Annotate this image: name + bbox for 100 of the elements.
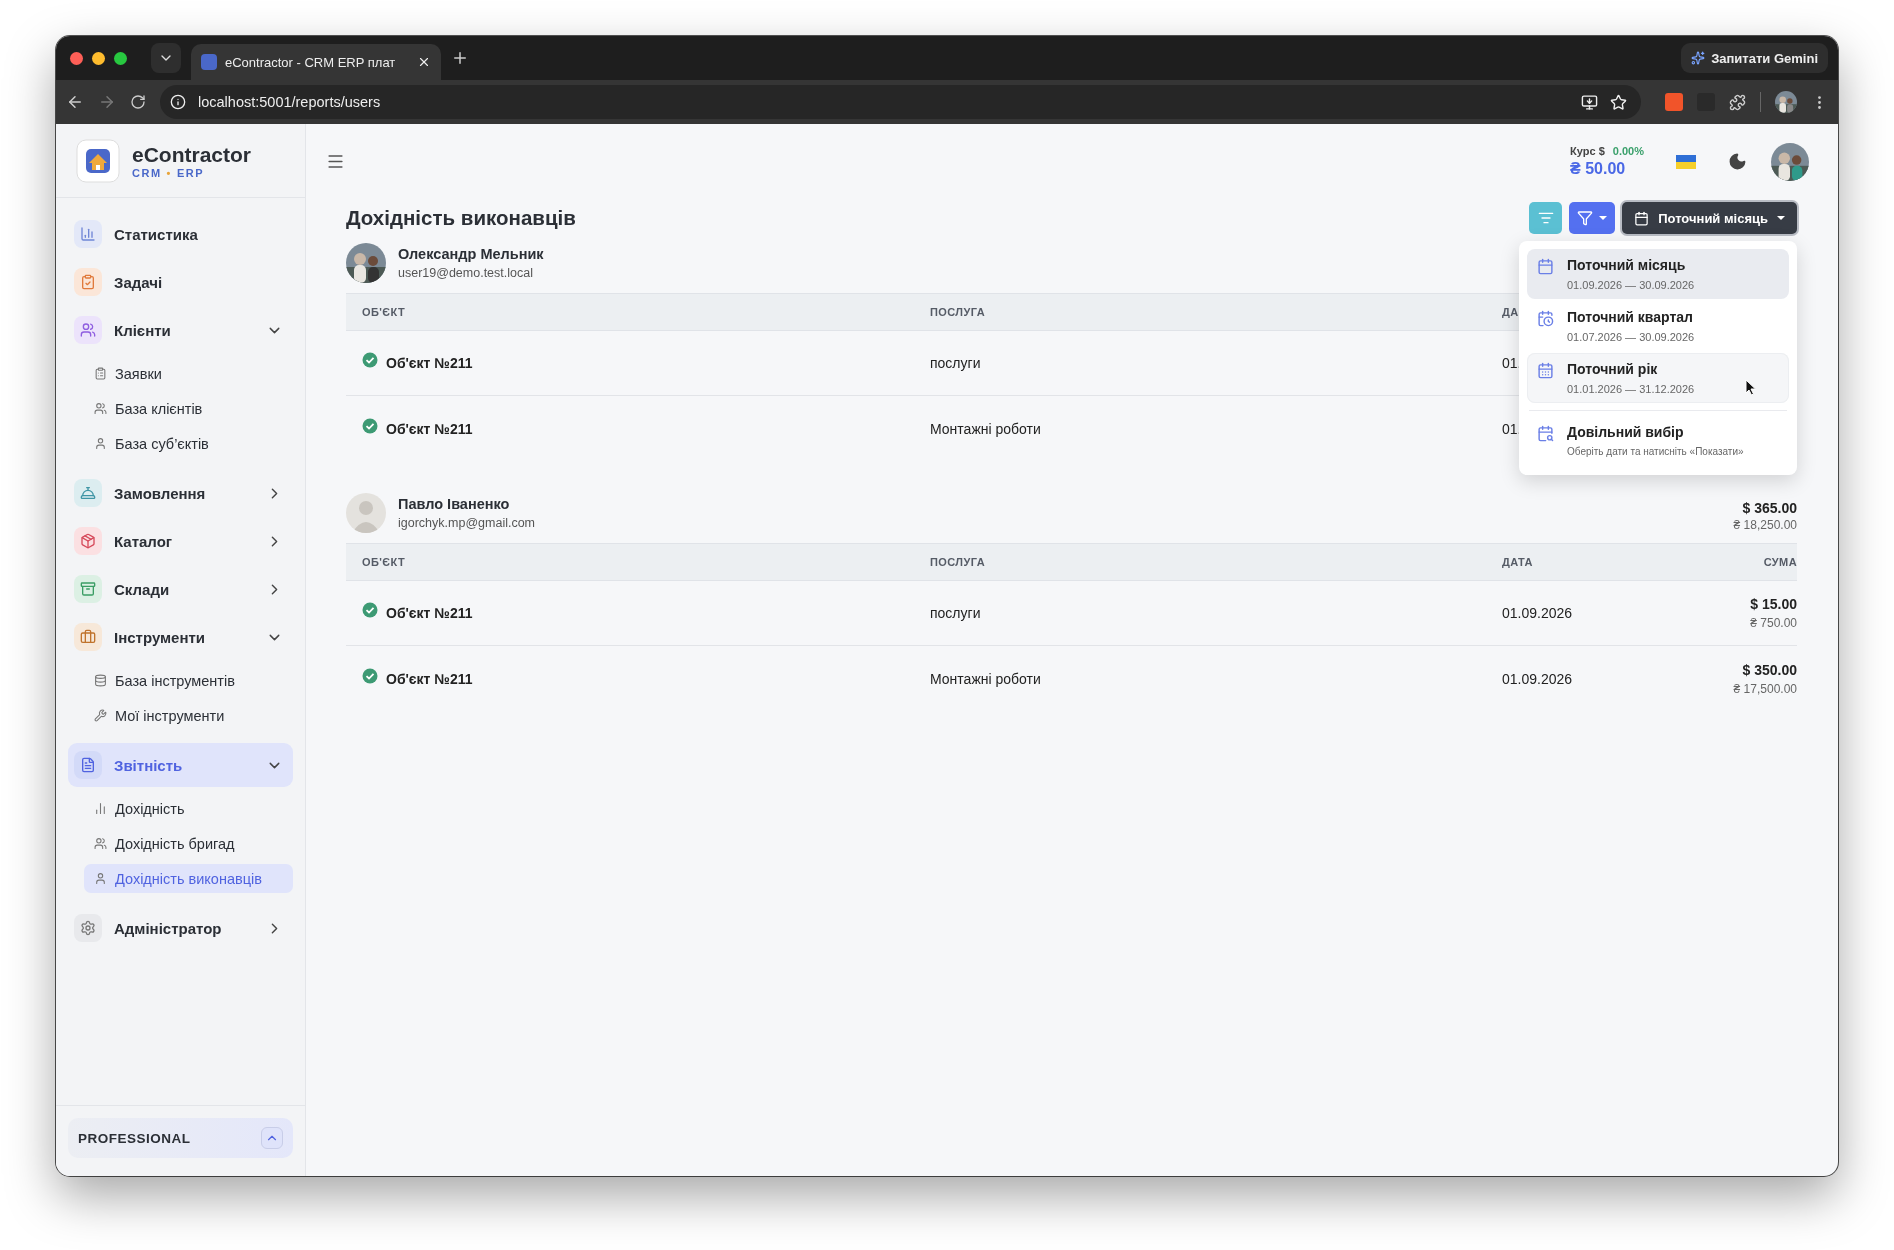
- user-icon: [94, 872, 107, 885]
- minimize-window-button[interactable]: [92, 51, 105, 65]
- install-icon[interactable]: [1581, 93, 1598, 111]
- menu-item-subtitle: 01.07.2026 — 30.09.2026: [1567, 331, 1695, 343]
- total-usd: $ 365.00: [1742, 500, 1797, 516]
- separator-dot: •: [166, 166, 172, 179]
- sidebar-item[interactable]: Склади: [68, 567, 293, 611]
- sidebar-item[interactable]: Каталог: [68, 519, 293, 563]
- filter-button[interactable]: [1569, 202, 1616, 234]
- sum-uah: ₴ 750.00: [1750, 616, 1797, 630]
- page-title: Дохідність виконавців: [346, 206, 576, 230]
- back-icon[interactable]: [66, 93, 84, 111]
- total-uah: ₴ 18,250.00: [1733, 518, 1797, 532]
- menu-icon[interactable]: [326, 152, 345, 171]
- filter-icon: [1577, 210, 1594, 226]
- sidebar-item[interactable]: Інструменти: [68, 615, 293, 659]
- star-icon[interactable]: [1610, 93, 1627, 111]
- menu-item-subtitle: 01.01.2026 — 31.12.2026: [1567, 383, 1695, 395]
- logo-icon: [76, 138, 120, 183]
- sidebar-subitem[interactable]: База інструментів: [84, 666, 293, 695]
- browser-tab[interactable]: eContractor - CRM ERP плат: [191, 44, 441, 80]
- tab-list-button[interactable]: [151, 43, 181, 73]
- close-window-button[interactable]: [70, 51, 83, 65]
- user-email: user19@demo.test.local: [398, 266, 533, 280]
- reload-icon[interactable]: [130, 94, 146, 110]
- sidebar-subitem[interactable]: Заявки: [84, 359, 293, 388]
- sidebar-subitem[interactable]: Дохідність: [84, 794, 293, 823]
- sidebar-item[interactable]: Статистика: [68, 212, 293, 256]
- table-cell: 01.: [1502, 420, 1522, 437]
- table-cell: 01.09.2026: [1502, 605, 1573, 621]
- user-email: igorchyk.mp@gmail.com: [398, 516, 536, 530]
- sidebar-item[interactable]: Замовлення: [68, 471, 293, 515]
- menu-item-title: Довільний вибір: [1567, 424, 1685, 440]
- sum-usd: $ 15.00: [1750, 596, 1797, 612]
- table-cell: Об'єкт №211: [386, 420, 473, 437]
- wrench-icon: [94, 709, 107, 722]
- sidebar-subitem[interactable]: Дохідність бригад: [84, 829, 293, 858]
- column-header: ПОСЛУГА: [930, 556, 986, 568]
- address-bar[interactable]: localhost:5001/reports/users: [160, 85, 1641, 119]
- table-cell: Монтажні роботи: [930, 420, 1041, 437]
- table-cell: послуги: [930, 605, 981, 621]
- menu-item[interactable]: Поточний квартал 01.07.2026 — 30.09.2026: [1527, 301, 1789, 351]
- menu-item-title: Поточний місяць: [1567, 257, 1687, 273]
- sidebar-subitem[interactable]: База суб’єктів: [84, 429, 293, 458]
- calendar-icon: [1634, 210, 1650, 226]
- info-icon[interactable]: [170, 94, 186, 110]
- calendar-icon: [1537, 362, 1554, 379]
- sidebar-subitem[interactable]: Мої інструменти: [84, 701, 293, 730]
- table-cell: послуги: [930, 355, 981, 371]
- calendar-icon: [1537, 258, 1554, 275]
- brand-tag: CRM: [132, 166, 162, 179]
- column-header: СУМА: [1762, 556, 1797, 568]
- menu-item[interactable]: Поточний рік 01.01.2026 — 31.12.2026: [1527, 353, 1789, 403]
- rate-change: 0.00%: [1612, 145, 1644, 157]
- period-dropdown[interactable]: Поточний місяць: [1622, 202, 1797, 234]
- menu-item[interactable]: Довільний вибір Оберіть дати та натисніть «Показати»: [1527, 416, 1789, 465]
- bell-icon: [74, 479, 102, 507]
- column-header: ОБ'ЄКТ: [362, 306, 406, 318]
- gemini-button[interactable]: Запитати Gemini: [1681, 43, 1828, 73]
- sort-icon: [1537, 210, 1554, 226]
- table-cell: Об'єкт №211: [386, 670, 473, 687]
- table-cell: Об'єкт №211: [386, 605, 473, 621]
- chart-icon: [94, 802, 107, 815]
- database-icon: [94, 674, 107, 687]
- column-header: ДАТА: [1502, 556, 1534, 568]
- sidebar-item[interactable]: Задачі: [68, 260, 293, 304]
- sidebar-subitem[interactable]: База клієнтів: [84, 394, 293, 423]
- cursor-icon: [1745, 379, 1757, 396]
- clipboard-icon: [74, 268, 102, 296]
- user-name: Олександр Мельник: [398, 246, 544, 262]
- sidebar-item[interactable]: Клієнти: [68, 308, 293, 352]
- users-icon: [94, 402, 107, 415]
- rate-value: ₴ 50.00: [1570, 160, 1627, 178]
- archive-icon: [74, 575, 102, 603]
- menu-item-title: Поточний квартал: [1567, 309, 1694, 325]
- close-icon[interactable]: [417, 55, 431, 69]
- puzzle-icon[interactable]: [1729, 93, 1746, 111]
- sum-usd: $ 350.00: [1742, 661, 1797, 678]
- menu-item[interactable]: Поточний місяць 01.09.2026 — 30.09.2026: [1527, 249, 1789, 299]
- sidebar-subitem[interactable]: Дохідність виконавців: [84, 864, 293, 893]
- document-icon: [74, 751, 102, 779]
- column-header: ОБ'ЄКТ: [362, 556, 406, 568]
- table-cell: Монтажні роботи: [930, 670, 1041, 687]
- flag-icon[interactable]: [1676, 154, 1696, 169]
- list-icon: [94, 367, 107, 380]
- chart-icon: [74, 220, 102, 248]
- table-cell: 01.: [1502, 355, 1522, 371]
- menu-item-subtitle: 01.09.2026 — 30.09.2026: [1567, 279, 1695, 291]
- new-tab-icon[interactable]: [451, 49, 469, 67]
- menu-item-subtitle: Оберіть дати та натисніть «Показати»: [1567, 446, 1744, 457]
- sidebar-item[interactable]: Звітність: [68, 743, 293, 787]
- settings-icon: [74, 914, 102, 942]
- users-icon: [94, 837, 107, 850]
- sidebar-item[interactable]: Адміністратор: [68, 906, 293, 950]
- rate-label: Курс $: [1570, 145, 1605, 157]
- expand-button[interactable]: [261, 1127, 283, 1149]
- moon-icon[interactable]: [1728, 152, 1747, 171]
- sum-uah: ₴ 17,500.00: [1733, 681, 1797, 696]
- briefcase-icon: [74, 623, 102, 651]
- maximize-window-button[interactable]: [114, 51, 127, 65]
